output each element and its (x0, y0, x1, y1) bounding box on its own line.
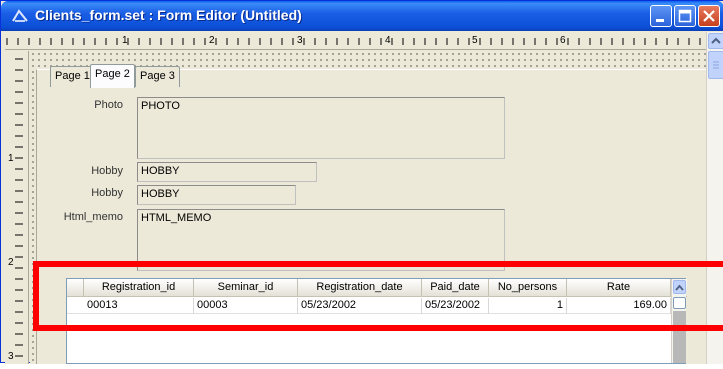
window-title: Clients_form.set : Form Editor (Untitled… (35, 7, 302, 23)
editor-vertical-scrollbar[interactable] (706, 32, 723, 364)
tab-page-1[interactable]: Page 1 (50, 66, 95, 87)
scroll-up-button[interactable] (708, 33, 723, 49)
maximize-icon (678, 9, 692, 23)
grid-cell[interactable]: 05/23/2002 (422, 298, 489, 314)
grid-cell[interactable]: 05/23/2002 (298, 298, 422, 314)
column-header[interactable]: Paid_date (422, 279, 489, 297)
column-header[interactable]: Registration_id (84, 279, 194, 297)
grid-header: Registration_id Seminar_id Registration_… (67, 279, 687, 297)
horizontal-ruler: 1 2 3 4 5 6 (5, 32, 706, 50)
vertical-ruler-ticks (15, 58, 23, 357)
hobby-field[interactable]: HOBBY (137, 162, 317, 182)
ruler-number: 1 (122, 35, 128, 46)
column-header[interactable]: Seminar_id (194, 279, 298, 297)
grid-vertical-scrollbar[interactable] (671, 279, 686, 363)
photo-field[interactable]: PHOTO (137, 97, 505, 159)
html-memo-label: Html_memo (63, 211, 123, 223)
form-editor-window: Clients_form.set : Form Editor (Untitled… (0, 0, 723, 364)
chevron-up-icon (711, 37, 721, 44)
ruler-number: 1 (8, 153, 14, 164)
grid-scroll-thumb[interactable] (673, 297, 686, 309)
grid-cell[interactable]: 00013 (84, 298, 194, 314)
column-header[interactable]: Rate (567, 279, 671, 297)
column-header[interactable]: No_persons (489, 279, 567, 297)
close-icon (703, 10, 715, 22)
grid-scroll-up-button[interactable] (673, 280, 686, 294)
grip-icon (713, 61, 719, 69)
form-editor-icon (12, 9, 28, 22)
tab-page-3[interactable]: Page 3 (135, 66, 180, 87)
photo-label: Photo (94, 99, 123, 111)
horizontal-ruler-ticks (6, 38, 701, 45)
ruler-number: 6 (560, 35, 566, 46)
scroll-thumb[interactable] (708, 51, 723, 79)
registrations-grid[interactable]: Registration_id Seminar_id Registration_… (66, 278, 687, 364)
ruler-number: 3 (8, 351, 14, 362)
hobby-field[interactable]: HOBBY (137, 185, 296, 205)
close-button[interactable] (698, 5, 720, 27)
grid-scroll-track[interactable] (673, 311, 686, 363)
tab-page-2[interactable]: Page 2 (90, 64, 135, 88)
html-memo-field[interactable]: HTML_MEMO (137, 209, 505, 271)
grid-corner-cell (67, 279, 84, 297)
grid-cell[interactable]: 00003 (194, 298, 298, 314)
ruler-number: 2 (209, 35, 215, 46)
maximize-button[interactable] (674, 5, 696, 27)
minimize-icon (656, 19, 664, 22)
table-row[interactable]: 00013 00003 05/23/2002 05/23/2002 1 169.… (67, 298, 671, 314)
ruler-number: 4 (385, 35, 391, 46)
ruler-number: 5 (472, 35, 478, 46)
hobby-label: Hobby (91, 187, 123, 199)
column-header[interactable]: Registration_date (298, 279, 422, 297)
title-bar[interactable]: Clients_form.set : Form Editor (Untitled… (1, 1, 723, 31)
grid-cell[interactable]: 169.00 (567, 298, 671, 314)
hobby-label: Hobby (91, 165, 123, 177)
ruler-number: 3 (297, 35, 303, 46)
chevron-up-icon (675, 284, 684, 291)
minimize-button[interactable] (650, 5, 672, 27)
vertical-ruler: 1 2 3 (5, 51, 29, 364)
grid-cell[interactable]: 1 (489, 298, 567, 314)
ruler-number: 2 (8, 257, 14, 268)
